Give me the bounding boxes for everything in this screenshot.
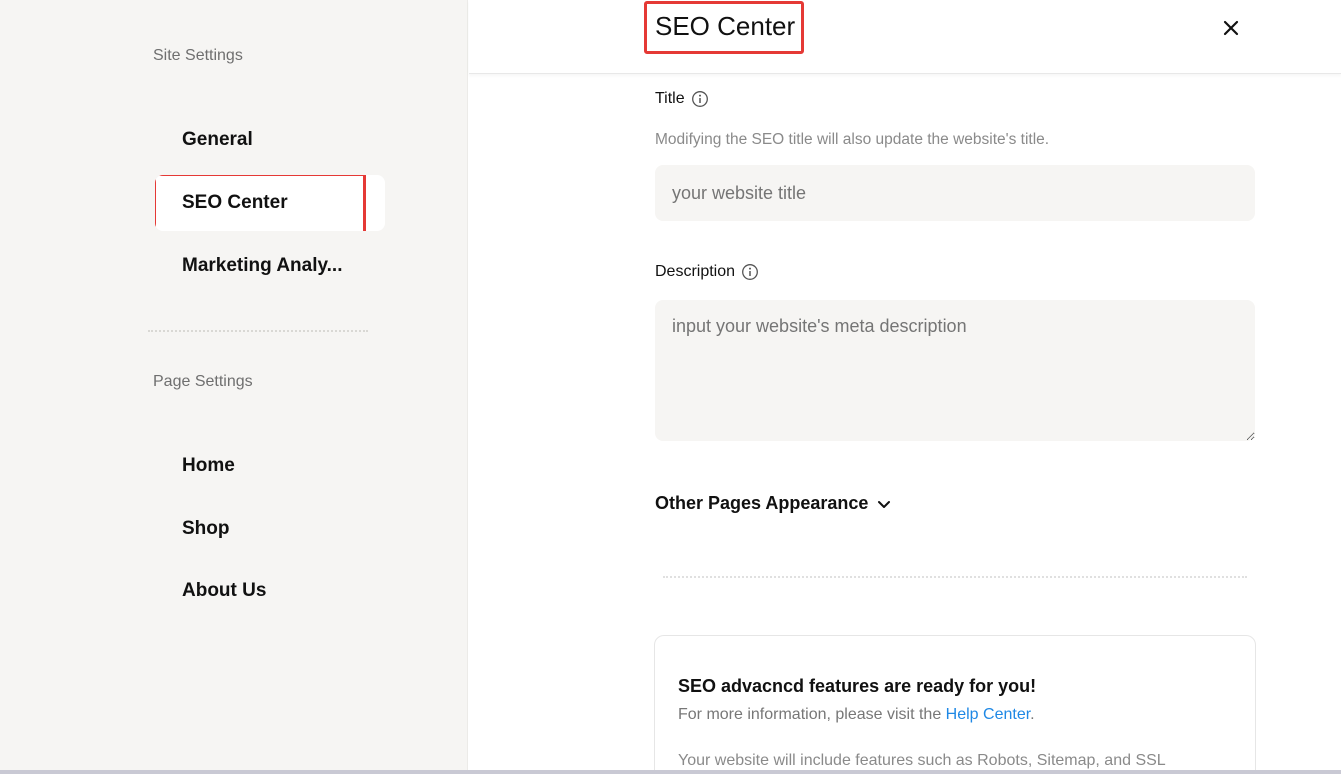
description-label: Description (655, 263, 736, 280)
window-bottom-edge (0, 770, 1341, 774)
sidebar-item-home[interactable]: Home (155, 438, 385, 494)
sidebar-item-about-us[interactable]: About Us (155, 563, 385, 619)
card-info-text: For more information, please visit the H… (678, 706, 1035, 724)
close-icon (1223, 20, 1239, 36)
other-pages-appearance-label: Other Pages Appearance (655, 493, 869, 513)
page-title-highlight (644, 1, 804, 54)
panel-header: SEO Center (469, 0, 1341, 74)
sidebar-divider (148, 330, 368, 332)
site-settings-heading: Site Settings (153, 47, 243, 64)
card-title: SEO advacncd features are ready for you! (678, 676, 1037, 696)
title-label-row: Title (655, 90, 709, 108)
app-window: Site Settings General SEO Center Marketi… (0, 0, 1341, 774)
info-icon[interactable] (691, 90, 709, 108)
other-pages-appearance-toggle[interactable]: Other Pages Appearance (655, 493, 892, 514)
settings-sidebar: Site Settings General SEO Center Marketi… (0, 0, 468, 774)
sidebar-item-marketing-analytics[interactable]: Marketing Analy... (155, 238, 385, 294)
close-button[interactable] (1217, 14, 1245, 42)
card-info-prefix: For more information, please visit the (678, 706, 946, 723)
sidebar-item-seo-center[interactable]: SEO Center (155, 175, 385, 231)
meta-description-textarea[interactable] (655, 300, 1255, 441)
page-settings-heading: Page Settings (153, 373, 253, 390)
title-label: Title (655, 90, 685, 107)
card-info-suffix: . (1030, 706, 1035, 723)
card-features-text: Your website will include features such … (678, 752, 1166, 769)
help-center-link[interactable]: Help Center (946, 706, 1031, 723)
info-icon[interactable] (741, 263, 759, 281)
seo-title-input[interactable] (655, 165, 1255, 221)
description-label-row: Description (655, 263, 759, 281)
sidebar-item-general[interactable]: General (155, 112, 385, 168)
section-divider (663, 576, 1247, 578)
seo-center-panel: SEO Center Title Modifying the SEO title… (469, 0, 1341, 774)
title-helper-text: Modifying the SEO title will also update… (655, 131, 1050, 148)
sidebar-item-shop[interactable]: Shop (155, 501, 385, 557)
seo-advanced-card: SEO advacncd features are ready for you!… (654, 635, 1256, 774)
chevron-down-icon (878, 500, 891, 508)
